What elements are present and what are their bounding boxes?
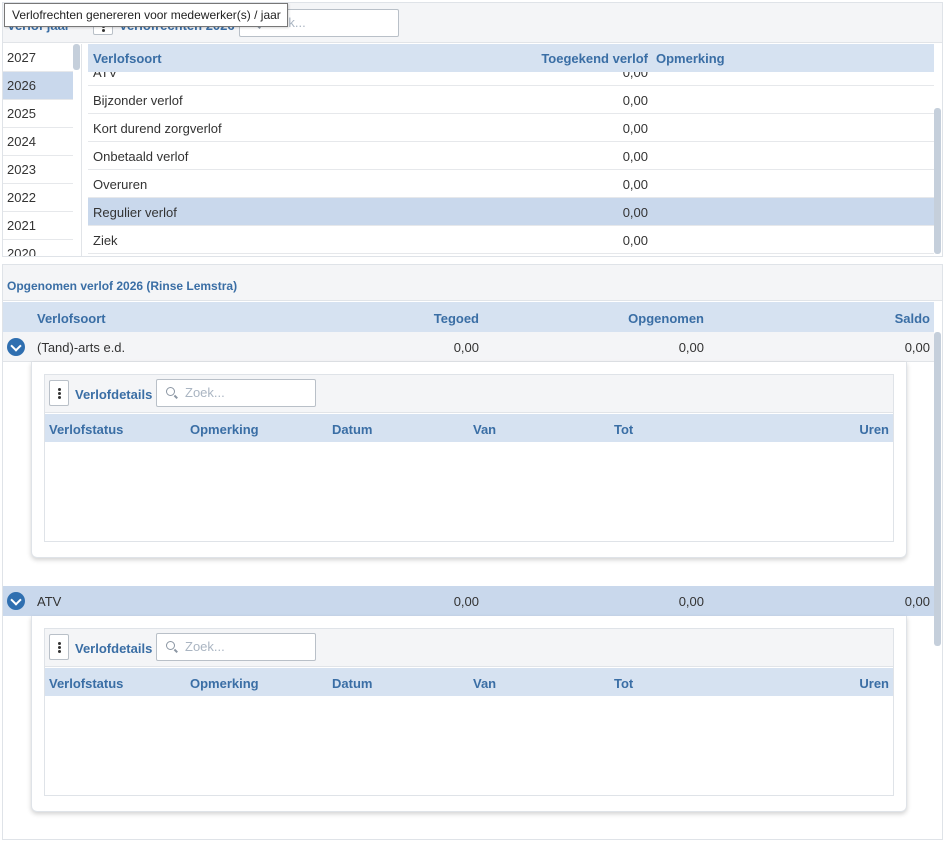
verlofdetails-card: Verlofdetails Zoek... Verlofstatus Opmer… [31, 616, 907, 812]
table-row[interactable]: Overuren 0,00 [88, 170, 934, 198]
generate-rights-tooltip: Verlofrechten genereren voor medewerker(… [4, 3, 288, 27]
row-toegekend: 0,00 [622, 205, 648, 220]
col-saldo[interactable]: Saldo [895, 311, 930, 326]
col-toegekend[interactable]: Toegekend verlof [541, 51, 648, 66]
col-uren[interactable]: Uren [859, 422, 889, 437]
verlofdetails-card: Verlofdetails Zoek... Verlofstatus Opmer… [31, 362, 907, 558]
collapse-toggle-icon[interactable] [7, 592, 25, 610]
group-saldo: 0,00 [904, 340, 930, 355]
verlofdetails-table-header: Verlofstatus Opmerking Datum Van Tot Ure… [45, 668, 893, 696]
year-item-2026[interactable]: 2026 [3, 72, 73, 100]
group-opgenomen: 0,00 [678, 340, 704, 355]
year-list: 2027 2026 2025 2024 2023 2022 2021 2020 [3, 44, 82, 256]
verlofdetails-title: Verlofdetails [75, 641, 153, 656]
col-opmerking[interactable]: Opmerking [190, 422, 259, 437]
verlofdetails-title: Verlofdetails [75, 387, 153, 402]
verlofrechten-table-body: ATV 0,00 Bijzonder verlof 0,00 Kort dure… [88, 72, 934, 256]
col-datum[interactable]: Datum [332, 676, 372, 691]
verlofrechten-scrollbar[interactable] [934, 108, 941, 254]
search-placeholder: Zoek... [185, 639, 225, 654]
row-verlofsoort: Kort durend zorgverlof [93, 121, 222, 136]
col-tot[interactable]: Tot [614, 422, 633, 437]
col-tegoed[interactable]: Tegoed [434, 311, 479, 326]
search-icon [166, 387, 175, 396]
group-row[interactable]: ATV 0,00 0,00 0,00 [3, 586, 934, 616]
row-toegekend: 0,00 [622, 177, 648, 192]
year-item-2023[interactable]: 2023 [3, 156, 73, 184]
table-row[interactable]: Kort durend zorgverlof 0,00 [88, 114, 934, 142]
verlofdetails-table-header: Verlofstatus Opmerking Datum Van Tot Ure… [45, 414, 893, 442]
year-item-2022[interactable]: 2022 [3, 184, 73, 212]
row-verlofsoort: ATV [93, 72, 118, 80]
col-verlofsoort[interactable]: Verlofsoort [93, 51, 162, 66]
year-item-2027[interactable]: 2027 [3, 44, 73, 72]
group-saldo: 0,00 [904, 594, 930, 609]
col-opmerking[interactable]: Opmerking [656, 51, 725, 66]
col-tot[interactable]: Tot [614, 676, 633, 691]
opgenomen-title: Opgenomen verlof 2026 (Rinse Lemstra) [7, 279, 238, 293]
col-verlofstatus[interactable]: Verlofstatus [49, 422, 123, 437]
verlofdetails-search-input[interactable]: Zoek... [156, 379, 316, 407]
col-uren[interactable]: Uren [859, 676, 889, 691]
year-item-2021[interactable]: 2021 [3, 212, 73, 240]
opgenomen-scrollbar[interactable] [934, 332, 941, 646]
row-toegekend: 0,00 [622, 72, 648, 80]
year-item-2024[interactable]: 2024 [3, 128, 73, 156]
row-toegekend: 0,00 [622, 93, 648, 108]
col-van[interactable]: Van [473, 676, 496, 691]
row-toegekend: 0,00 [622, 149, 648, 164]
col-datum[interactable]: Datum [332, 422, 372, 437]
search-icon [166, 641, 175, 650]
row-verlofsoort: Ziek [93, 233, 118, 248]
table-row[interactable]: Onbetaald verlof 0,00 [88, 142, 934, 170]
search-placeholder: Zoek... [185, 385, 225, 400]
verlofrechten-table-header: Verlofsoort Toegekend verlof Opmerking [88, 44, 934, 72]
row-verlofsoort: Onbetaald verlof [93, 149, 189, 164]
group-verlofsoort: (Tand)-arts e.d. [37, 340, 126, 355]
col-opgenomen[interactable]: Opgenomen [628, 311, 704, 326]
kebab-menu-icon [58, 642, 61, 645]
kebab-menu-icon [58, 388, 61, 391]
verlofdetails-menu-button[interactable] [49, 634, 69, 660]
verlofdetails-menu-button[interactable] [49, 380, 69, 406]
table-row[interactable]: Bijzonder verlof 0,00 [88, 86, 934, 114]
verlofdetails-toolbar: Verlofdetails Zoek... [45, 375, 893, 413]
row-verlofsoort: Overuren [93, 177, 148, 192]
year-list-scrollbar[interactable] [73, 44, 80, 70]
year-item-2025[interactable]: 2025 [3, 100, 73, 128]
col-van[interactable]: Van [473, 422, 496, 437]
verlofdetails-grid: Verlofdetails Zoek... Verlofstatus Opmer… [44, 374, 894, 542]
col-verlofstatus[interactable]: Verlofstatus [49, 676, 123, 691]
collapse-toggle-icon[interactable] [7, 338, 25, 356]
table-row[interactable]: Ziek 0,00 [88, 226, 934, 254]
row-verlofsoort: Regulier verlof [93, 205, 177, 220]
verlofdetails-toolbar: Verlofdetails Zoek... [45, 629, 893, 667]
row-toegekend: 0,00 [622, 233, 648, 248]
group-row[interactable]: (Tand)-arts e.d. 0,00 0,00 0,00 [3, 332, 934, 362]
verlofdetails-search-input[interactable]: Zoek... [156, 633, 316, 661]
verlofdetails-grid: Verlofdetails Zoek... Verlofstatus Opmer… [44, 628, 894, 796]
group-verlofsoort: ATV [37, 594, 62, 609]
group-opgenomen: 0,00 [678, 594, 704, 609]
opgenomen-table-header: Verlofsoort Tegoed Opgenomen Saldo [3, 302, 934, 332]
col-verlofsoort[interactable]: Verlofsoort [37, 311, 106, 326]
row-toegekend: 0,00 [622, 121, 648, 136]
year-item-2020[interactable]: 2020 [3, 240, 73, 256]
row-verlofsoort: Bijzonder verlof [93, 93, 183, 108]
group-tegoed: 0,00 [453, 340, 479, 355]
table-row-selected[interactable]: Regulier verlof 0,00 [88, 198, 934, 226]
table-row[interactable]: ATV 0,00 [88, 72, 934, 86]
group-tegoed: 0,00 [453, 594, 479, 609]
col-opmerking[interactable]: Opmerking [190, 676, 259, 691]
